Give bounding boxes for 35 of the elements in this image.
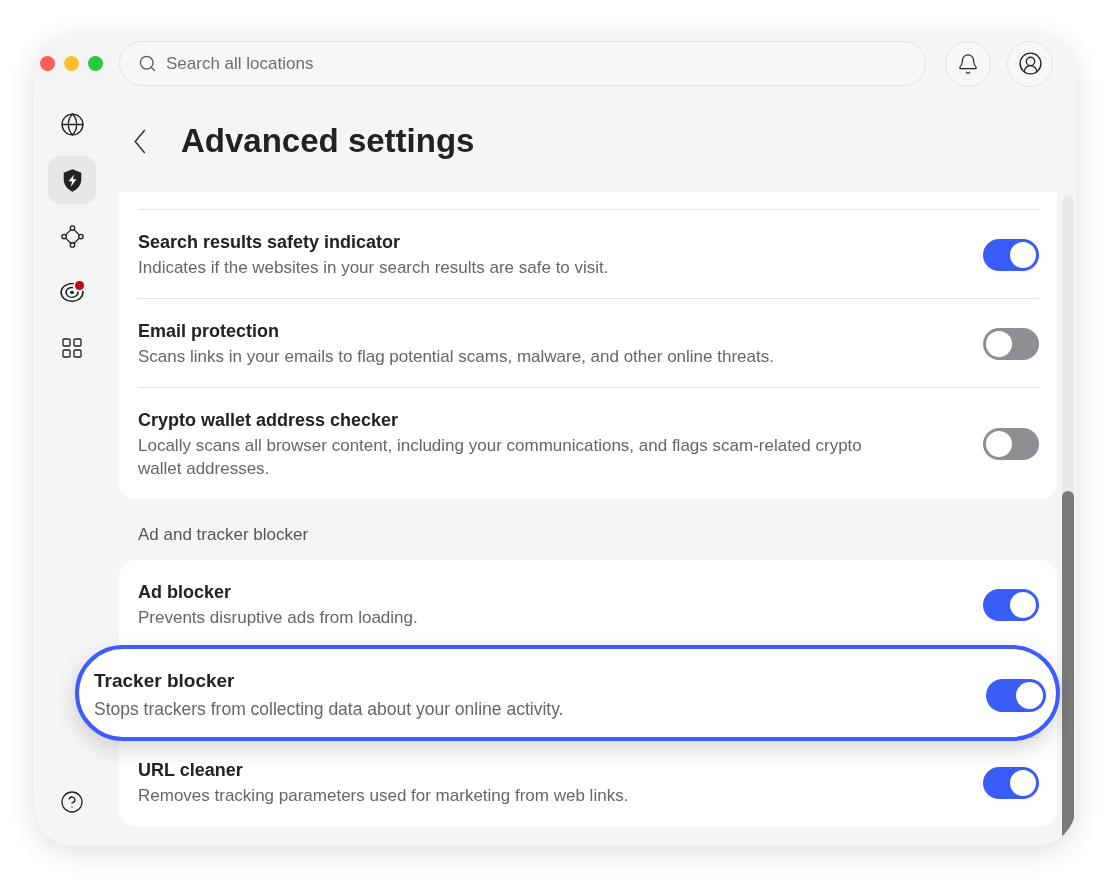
window-close-button[interactable] bbox=[40, 56, 55, 71]
setting-title: Search results safety indicator bbox=[138, 231, 402, 254]
help-icon bbox=[60, 790, 84, 814]
setting-description: Indicates if the websites in your search results are safe to visit. bbox=[138, 257, 610, 279]
setting-description: Stops trackers from collecting data about your online activity. bbox=[94, 698, 565, 721]
toggle-switch[interactable] bbox=[983, 766, 1039, 799]
shield-bolt-icon bbox=[61, 168, 83, 192]
account-button[interactable] bbox=[1007, 40, 1053, 87]
setting-description: Locally scans all browser content, including your communications, and flags scam-related crypto wallet addresses. bbox=[138, 435, 863, 480]
network-icon bbox=[60, 224, 84, 248]
sidebar-item[interactable] bbox=[48, 156, 96, 204]
search-icon bbox=[138, 54, 157, 73]
toggle-switch[interactable] bbox=[983, 238, 1039, 271]
section-label: Ad and tracker blocker bbox=[138, 524, 310, 546]
user-icon bbox=[1017, 51, 1043, 76]
toggle-switch[interactable] bbox=[986, 678, 1046, 712]
toggle-switch[interactable] bbox=[983, 428, 1039, 460]
toggle-switch[interactable] bbox=[983, 327, 1039, 360]
setting-title: Tracker blocker bbox=[94, 669, 236, 693]
setting-title: Ad blocker bbox=[138, 581, 233, 604]
target-icon bbox=[60, 282, 84, 302]
search-field[interactable]: Search all locations bbox=[119, 41, 926, 86]
toggle-switch[interactable] bbox=[983, 588, 1039, 621]
setting-description: Prevents disruptive ads from loading. bbox=[138, 607, 419, 629]
setting-description: Scans links in your emails to flag potential scams, malware, and other online threats. bbox=[138, 346, 775, 368]
chevron-left-icon bbox=[134, 128, 146, 154]
setting-title: Crypto wallet address checker bbox=[138, 409, 400, 432]
page-title: Advanced settings bbox=[181, 121, 475, 161]
globe-icon bbox=[59, 111, 85, 137]
notifications-button[interactable] bbox=[945, 40, 991, 87]
setting-title: Email protection bbox=[138, 320, 281, 343]
grid-icon bbox=[60, 336, 84, 360]
bell-icon bbox=[957, 52, 979, 75]
setting-description: Removes tracking parameters used for marketing from web links. bbox=[138, 785, 630, 807]
setting-title: URL cleaner bbox=[138, 759, 244, 782]
